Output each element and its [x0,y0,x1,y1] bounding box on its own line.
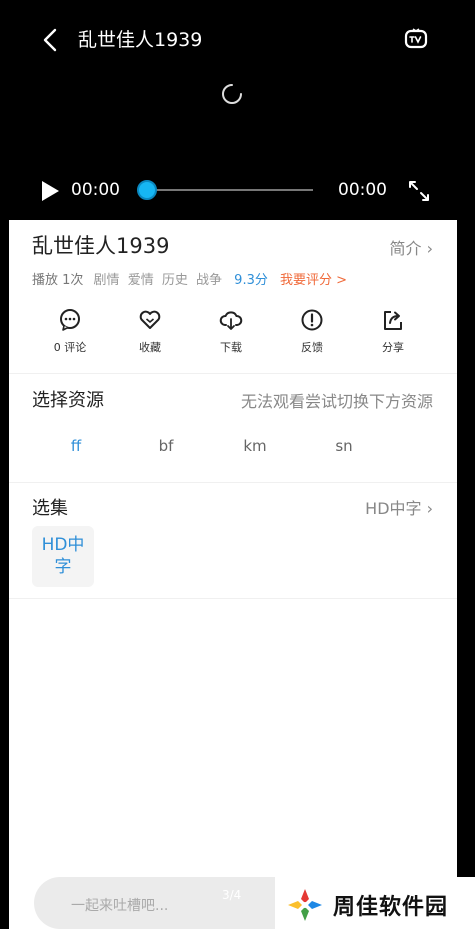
action-label: 反馈 [301,341,323,354]
loading-spinner-icon [222,84,242,104]
total-time: 00:00 [338,180,387,200]
source-option-km[interactable]: km [225,437,285,455]
genre-tag: 剧情 [93,273,120,288]
episode-label: HD中字 [41,535,85,577]
watermark: 周佳软件园 [275,877,475,929]
genre-tag: 历史 [161,273,188,288]
episode-section-title: 选集 [32,498,68,519]
genre-tag: 爱情 [127,273,154,288]
source-option-sn[interactable]: sn [314,437,374,455]
tv-cast-icon[interactable] [404,27,428,51]
episode-current[interactable]: HD中字 › [365,495,433,519]
rate-button[interactable]: 我要评分 > [280,273,347,288]
intro-link[interactable]: 简介 › [390,235,434,259]
page-indicator: 3/4 [222,888,242,902]
seek-bar[interactable] [146,189,313,191]
back-arrow-icon[interactable] [40,26,62,54]
action-label: 收藏 [139,341,161,354]
movie-meta: 播放 1次 剧情 爱情 历史 战争 9.3分 我要评分 > [32,269,347,288]
seek-handle[interactable] [137,180,157,200]
divider [9,373,457,374]
download-icon [219,311,243,330]
action-label: 分享 [382,341,404,354]
detail-panel: 乱世佳人1939 简介 › 播放 1次 剧情 爱情 历史 战争 9.3分 我要评… [9,220,457,929]
genre-tag: 战争 [196,273,223,288]
heart-icon [139,310,161,329]
source-hint: 无法观看尝试切换下方资源 [240,392,433,411]
feedback-icon [301,309,323,331]
source-section-title: 选择资源 [32,390,104,411]
video-player[interactable]: 乱世佳人1939 00:00 00:00 [0,0,475,220]
video-title: 乱世佳人1939 [78,29,203,51]
feedback-button[interactable]: 反馈 [282,308,342,355]
comment-button[interactable]: 0 评论 [40,308,100,355]
play-count: 播放 1次 [32,273,84,288]
favorite-button[interactable]: 收藏 [120,308,180,355]
watermark-text: 周佳软件园 [333,895,449,920]
current-time: 00:00 [71,180,120,200]
source-option-ff[interactable]: ff [46,437,106,455]
share-button[interactable]: 分享 [363,308,423,355]
divider [9,482,457,483]
play-icon[interactable] [38,179,62,203]
source-option-bf[interactable]: bf [136,437,196,455]
score: 9.3分 [234,273,268,288]
episode-item[interactable]: HD中字 [32,526,94,587]
comment-placeholder: 一起来吐槽吧... [71,898,169,914]
action-label: 下载 [220,341,242,354]
fullscreen-icon[interactable] [406,178,432,204]
download-button[interactable]: 下载 [201,308,261,355]
comment-icon [60,309,80,331]
action-label: 0 评论 [53,341,87,354]
comment-input[interactable]: 一起来吐槽吧... 3/4 [34,877,294,929]
share-icon [384,311,402,330]
watermark-logo-icon [288,889,322,921]
movie-title: 乱世佳人1939 [32,234,170,258]
divider [9,598,457,599]
action-bar: 0 评论 收藏 下载 反馈 分享 [31,308,431,358]
